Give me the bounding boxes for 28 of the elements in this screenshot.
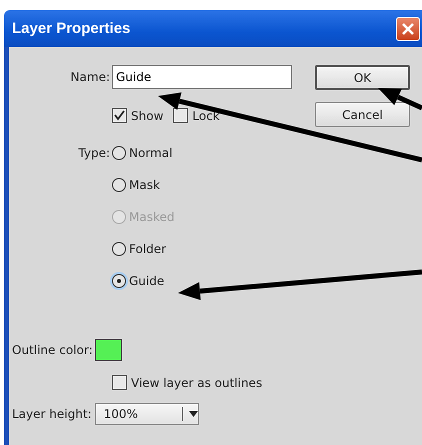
name-field[interactable]: Guide xyxy=(112,65,292,89)
caret-icon xyxy=(188,411,198,417)
radio-label: Guide xyxy=(129,274,164,288)
radio-label: Mask xyxy=(129,178,160,192)
dropdown[interactable]: 100% xyxy=(94,403,199,425)
radio-label: Folder xyxy=(129,242,166,256)
checkbox-label: Lock xyxy=(192,108,220,122)
radio-label: Normal xyxy=(129,146,172,160)
window-title: Layer Properties xyxy=(12,20,130,37)
checkbox-label: View layer as outlines xyxy=(131,376,262,390)
field-label: Type: xyxy=(77,145,111,162)
checkbox[interactable] xyxy=(112,375,127,390)
checkbox-label: Show xyxy=(131,108,164,122)
ok-button[interactable]: OK xyxy=(315,65,410,90)
radio-label: Masked xyxy=(129,210,174,224)
radio-button[interactable] xyxy=(112,178,126,192)
radio-button[interactable] xyxy=(112,274,126,288)
close-icon xyxy=(401,22,415,36)
cancel-button[interactable]: Cancel xyxy=(315,102,410,127)
field-label: Outline color: xyxy=(12,343,93,357)
field-label: Layer height: xyxy=(12,407,92,421)
close-button[interactable] xyxy=(396,16,420,40)
field-label: Name: xyxy=(70,70,111,84)
radio-button[interactable] xyxy=(112,146,126,160)
checkbox[interactable] xyxy=(112,108,127,123)
radio-button[interactable] xyxy=(112,242,126,256)
checkbox[interactable] xyxy=(173,108,188,123)
color-swatch[interactable] xyxy=(94,339,122,361)
